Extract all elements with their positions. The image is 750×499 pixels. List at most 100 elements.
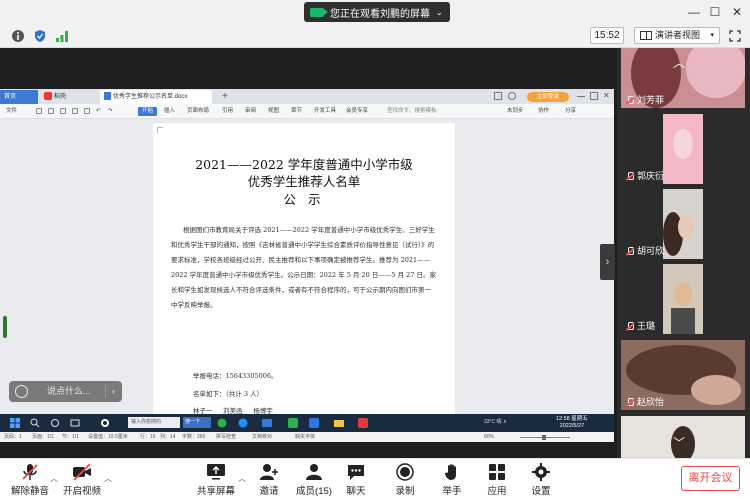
minimize-icon[interactable]	[577, 96, 585, 104]
status-proofread[interactable]: 文档校对	[252, 432, 272, 443]
restore-icon[interactable]	[590, 92, 598, 100]
collaborate-button[interactable]: 协作	[538, 104, 549, 119]
emoji-icon[interactable]	[15, 385, 28, 398]
menu-home[interactable]: 开始	[138, 107, 158, 116]
window-icon[interactable]	[494, 92, 502, 100]
minimize-button[interactable]: —	[686, 4, 702, 20]
video-off-icon	[73, 463, 91, 481]
edge-icon[interactable]	[238, 418, 248, 428]
settings-button[interactable]: 设置	[526, 463, 556, 497]
new-tab-button[interactable]: +	[222, 89, 228, 104]
participant-tile[interactable]: ︿ 刘芳菲	[621, 48, 745, 108]
info-icon[interactable]	[11, 29, 25, 43]
avatar-icon[interactable]	[508, 92, 516, 100]
unmute-button[interactable]: 解除静音	[10, 463, 50, 497]
taskbar-search-box[interactable]: 输入你想搜的	[128, 417, 180, 428]
margin-mark	[157, 127, 163, 133]
app-green-icon[interactable]	[217, 418, 227, 428]
collapse-panel-button[interactable]: ›	[600, 244, 615, 280]
chevron-up-icon[interactable]: ︿	[238, 473, 246, 484]
start-video-button[interactable]: 开启视频	[62, 463, 102, 497]
chevron-down-icon[interactable]: ﹀	[673, 434, 685, 451]
fullscreen-icon[interactable]	[729, 30, 741, 42]
participant-tile[interactable]: 郭庆衍	[621, 114, 745, 184]
taskbar-clock[interactable]: 12:58 星期五 2022/5/27	[556, 416, 588, 430]
undo-icon[interactable]: ↶	[96, 104, 101, 119]
chevron-up-icon[interactable]: ︿	[673, 54, 685, 71]
task-view-icon[interactable]	[50, 418, 60, 428]
shield-icon[interactable]	[33, 29, 47, 43]
format-painter-icon[interactable]	[84, 108, 90, 114]
menu-file[interactable]: 文件	[6, 104, 17, 119]
windows-start-icon[interactable]	[10, 418, 20, 428]
participant-tile[interactable]: ﹀	[621, 416, 745, 458]
record-icon	[396, 463, 414, 481]
zoom-slider[interactable]	[520, 435, 570, 440]
share-button[interactable]: 分享	[565, 104, 576, 119]
tab-home[interactable]: 首页	[0, 90, 38, 104]
menu-references[interactable]: 引用	[222, 104, 233, 119]
invite-button[interactable]: 邀请	[254, 463, 284, 497]
chat-button[interactable]: 聊天	[341, 463, 371, 497]
drag-handle[interactable]	[3, 316, 7, 338]
open-icon[interactable]	[48, 108, 54, 114]
wps-icon[interactable]	[358, 418, 368, 428]
chevron-left-icon[interactable]: ‹	[112, 381, 115, 402]
raise-hand-label: 举手	[442, 486, 462, 497]
menu-view[interactable]: 视图	[268, 104, 279, 119]
multitask-icon[interactable]	[70, 418, 80, 428]
chevron-up-icon[interactable]: ︿	[50, 473, 58, 484]
login-button[interactable]: 立即登录	[527, 92, 569, 102]
status-spell-check[interactable]: 拼写检查	[216, 432, 236, 443]
mic-muted-icon	[626, 172, 634, 181]
mail-icon[interactable]	[262, 418, 272, 428]
menu-insert[interactable]: 插入	[164, 104, 175, 119]
taskbar-weather[interactable]: 33°C 晴 ∧	[484, 418, 507, 425]
menu-review[interactable]: 审阅	[245, 104, 256, 119]
apps-button[interactable]: 应用	[482, 463, 512, 497]
members-button[interactable]: 成员(15)	[294, 463, 334, 497]
status-zoom[interactable]: 80%	[484, 432, 494, 443]
command-search[interactable]: 查找命令、搜索模板	[387, 107, 457, 116]
share-screen-button[interactable]: 共享屏幕	[196, 463, 236, 497]
tab-docer[interactable]: 稻壳	[40, 90, 98, 104]
redo-icon[interactable]: ↷	[108, 104, 113, 119]
menu-chapter[interactable]: 章节	[291, 104, 302, 119]
menu-member[interactable]: 会员专享	[346, 104, 368, 119]
raise-hand-button[interactable]: 举手	[437, 463, 467, 497]
chat-input-bubble[interactable]: 说点什么... ‹	[9, 381, 122, 402]
taskbar-date: 2022/5/27	[559, 423, 585, 429]
chevron-up-icon[interactable]: ︿	[104, 473, 112, 484]
participant-tile[interactable]: 赵欣怡	[621, 340, 745, 410]
print-icon[interactable]	[60, 108, 66, 114]
preview-icon[interactable]	[72, 108, 78, 114]
close-icon[interactable]: ✕	[603, 92, 611, 100]
view-mode-dropdown[interactable]: 演讲者视图 ▾	[634, 27, 720, 44]
close-button[interactable]: ✕	[729, 4, 745, 20]
document-page[interactable]: 2021——2022 学年度普通中小学市级 优秀学生推荐人名单 公 示 根据图们…	[153, 123, 455, 431]
signal-icon[interactable]	[55, 29, 69, 43]
leave-meeting-button[interactable]: 离开会议	[681, 466, 740, 491]
app-swirl-icon[interactable]	[100, 418, 110, 428]
tab-document[interactable]: 优秀学生推荐公示名单.docx	[100, 90, 212, 104]
taskbar-search-button[interactable]: 搜一下	[183, 417, 211, 428]
menu-developer[interactable]: 开发工具	[314, 104, 336, 119]
share-status-pill[interactable]: 您正在观看刘鹏的屏幕 ⌄	[304, 2, 450, 22]
wechat-icon[interactable]	[288, 418, 298, 428]
search-icon[interactable]	[30, 418, 40, 428]
menu-layout[interactable]: 页面布局	[187, 104, 209, 119]
mic-muted-icon	[22, 464, 38, 480]
status-missing-fonts[interactable]: 缺失字体	[295, 432, 315, 443]
maximize-button[interactable]: ☐	[707, 4, 723, 20]
meeting-app-icon[interactable]	[309, 418, 319, 428]
record-button[interactable]: 录制	[390, 463, 420, 497]
participant-name-label: 刘芳菲	[637, 95, 665, 105]
chevron-down-icon: ▾	[710, 32, 714, 39]
status-word-count[interactable]: 字数：265	[182, 432, 205, 443]
save-icon[interactable]	[36, 108, 42, 114]
file-explorer-icon[interactable]	[334, 418, 344, 428]
add-user-icon	[260, 464, 278, 480]
participant-tile[interactable]: 王璐	[621, 264, 745, 334]
participant-tile[interactable]: 胡可欣	[621, 189, 745, 259]
sync-status[interactable]: 未同步	[507, 104, 524, 119]
